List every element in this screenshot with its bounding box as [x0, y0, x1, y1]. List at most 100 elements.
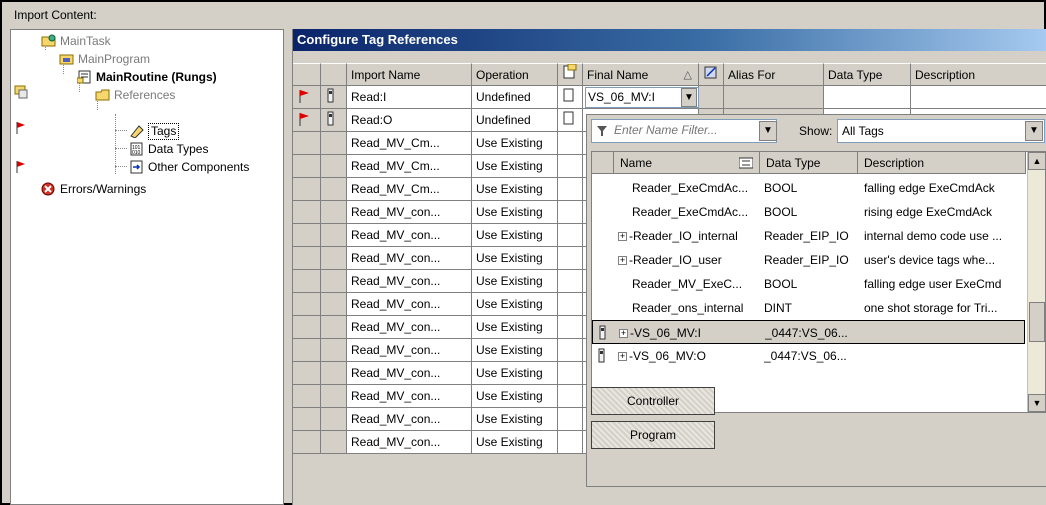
folder-icon: [95, 89, 110, 101]
operation-cell[interactable]: Undefined: [472, 86, 558, 109]
tag-list-scrollbar[interactable]: ▲ ▼: [1027, 152, 1046, 412]
tree-item-maintask[interactable]: MainTask: [41, 32, 111, 50]
data-type-icon: 101010: [130, 142, 143, 156]
expand-plus-icon[interactable]: +: [618, 232, 627, 242]
import-name-cell[interactable]: Read:I: [347, 86, 472, 109]
header-alias-for[interactable]: Alias For: [724, 63, 824, 86]
row-status: [293, 109, 321, 132]
tag-name: Reader_MV_ExeC...: [632, 272, 760, 296]
sort-ascending-icon: △: [683, 69, 692, 81]
operation-cell[interactable]: Use Existing: [472, 270, 558, 293]
row-lock: [321, 132, 347, 155]
import-name-cell[interactable]: Read_MV_con...: [347, 316, 472, 339]
import-name-cell[interactable]: Read_MV_Cm...: [347, 132, 472, 155]
import-name-cell[interactable]: Read_MV_con...: [347, 431, 472, 454]
show-dropdown-button[interactable]: ▼: [1025, 121, 1043, 141]
tag-list-item[interactable]: Reader_ons_internal DINT one shot storage …: [592, 296, 1025, 320]
tree-item-other-components[interactable]: Other Components: [129, 158, 249, 176]
expand-plus-icon[interactable]: +: [618, 256, 627, 266]
operation-cell[interactable]: Use Existing: [472, 247, 558, 270]
tag-list-item[interactable]: Reader_ExeCmdAc... BOOL falling edge ExeCm…: [592, 176, 1025, 200]
import-name-cell[interactable]: Read_MV_con...: [347, 293, 472, 316]
tag-list-item[interactable]: Reader_MV_ExeC... BOOL falling edge user E…: [592, 272, 1025, 296]
header-final-name[interactable]: Final Name △: [583, 63, 699, 86]
operation-cell[interactable]: Use Existing: [472, 132, 558, 155]
show-select[interactable]: All Tags ▼: [837, 119, 1045, 143]
scroll-up-button[interactable]: ▲: [1028, 152, 1046, 170]
flag-icon: [16, 122, 25, 134]
import-name-cell[interactable]: Read_MV_con...: [347, 408, 472, 431]
import-name-cell[interactable]: Read:O: [347, 109, 472, 132]
operation-cell-text: Use Existing: [476, 274, 543, 288]
import-name-cell-text: Read:O: [351, 113, 393, 127]
operation-cell[interactable]: Use Existing: [472, 431, 558, 454]
import-name-cell[interactable]: Read_MV_con...: [347, 247, 472, 270]
row-status: [293, 247, 321, 270]
import-name-cell[interactable]: Read_MV_con...: [347, 362, 472, 385]
tag-list-header-data-type[interactable]: Data Type: [760, 152, 858, 174]
routine-icon: [77, 70, 91, 84]
operation-cell[interactable]: Use Existing: [472, 293, 558, 316]
row-status: [293, 178, 321, 201]
operation-cell[interactable]: Use Existing: [472, 224, 558, 247]
operation-cell[interactable]: Use Existing: [472, 385, 558, 408]
operation-cell[interactable]: Use Existing: [472, 362, 558, 385]
operation-cell[interactable]: Use Existing: [472, 339, 558, 362]
tag-list-header-description[interactable]: Description: [858, 152, 1026, 174]
import-name-cell[interactable]: Read_MV_Cm...: [347, 155, 472, 178]
final-name-dropdown-button[interactable]: ▼: [681, 88, 697, 107]
operation-cell[interactable]: Undefined: [472, 109, 558, 132]
group-toggle-icon[interactable]: [739, 157, 753, 169]
import-name-cell[interactable]: Read_MV_con...: [347, 224, 472, 247]
tag-name-text: Reader_MV_ExeC...: [632, 277, 743, 291]
program-scope-button[interactable]: Program: [591, 421, 715, 449]
tree-item-mainroutine[interactable]: MainRoutine (Rungs): [77, 68, 217, 86]
final-name-combo[interactable]: VS_06_MV:I ▼: [585, 87, 699, 108]
tree-item-data-types[interactable]: 101 010 Data Types: [129, 140, 208, 158]
operation-cell[interactable]: Use Existing: [472, 201, 558, 224]
status-flags: [14, 85, 28, 173]
header-description[interactable]: Description: [911, 63, 1046, 86]
description-cell[interactable]: [911, 86, 1046, 109]
tag-list-item[interactable]: + -VS_06_MV:I _0447:VS_06...: [592, 320, 1025, 344]
scroll-thumb[interactable]: [1029, 302, 1045, 342]
tree-item-errors-warnings[interactable]: Errors/Warnings: [41, 180, 146, 198]
import-name-cell[interactable]: Read_MV_con...: [347, 201, 472, 224]
import-name-cell[interactable]: Read_MV_con...: [347, 270, 472, 293]
import-name-cell-text: Read_MV_con...: [351, 412, 441, 426]
expand-plus-icon[interactable]: +: [618, 352, 627, 362]
name-filter-input[interactable]: [612, 120, 760, 140]
operation-cell-text: Use Existing: [476, 205, 543, 219]
row-status: [293, 316, 321, 339]
import-name-cell[interactable]: Read_MV_con...: [347, 339, 472, 362]
tag-list-header-name[interactable]: Name: [614, 152, 760, 174]
tree-item-tags[interactable]: Tags: [129, 122, 180, 140]
panel-title: Configure Tag References: [293, 29, 1046, 51]
header-operation[interactable]: Operation: [472, 63, 558, 86]
tree-item-mainprogram[interactable]: MainProgram: [59, 50, 150, 68]
tag-list-item[interactable]: + -Reader_IO_internal Reader_EIP_IO interna…: [592, 224, 1025, 248]
import-name-cell[interactable]: Read_MV_con...: [347, 385, 472, 408]
tag-list-item[interactable]: Reader_ExeCmdAc... BOOL rising edge ExeCmd…: [592, 200, 1025, 224]
expand-plus-icon[interactable]: +: [619, 329, 628, 339]
operation-cell[interactable]: Use Existing: [472, 178, 558, 201]
tag-name: + -Reader_IO_user: [618, 248, 760, 272]
scroll-down-button[interactable]: ▼: [1028, 394, 1046, 412]
tag-name-text: VS_06_MV:I: [634, 326, 701, 340]
data-type-cell[interactable]: [824, 86, 911, 109]
tree-item-references[interactable]: References: [95, 86, 175, 104]
operation-cell[interactable]: Use Existing: [472, 155, 558, 178]
operation-cell-text: Use Existing: [476, 320, 543, 334]
tag-list-item[interactable]: + -VS_06_MV:O _0447:VS_06...: [592, 344, 1025, 368]
header-import-name[interactable]: Import Name: [347, 63, 472, 86]
operation-cell[interactable]: Use Existing: [472, 316, 558, 339]
tag-list-item[interactable]: + -Reader_IO_user Reader_EIP_IO user's devi…: [592, 248, 1025, 272]
header-data-type[interactable]: Data Type: [824, 63, 911, 86]
row-status: [293, 385, 321, 408]
operation-cell[interactable]: Use Existing: [472, 408, 558, 431]
filter-dropdown-button[interactable]: ▼: [759, 121, 777, 141]
import-name-cell[interactable]: Read_MV_Cm...: [347, 178, 472, 201]
tag-name: Reader_ons_internal: [632, 296, 760, 320]
controller-scope-button[interactable]: Controller: [591, 387, 715, 415]
operation-cell-text: Use Existing: [476, 343, 543, 357]
